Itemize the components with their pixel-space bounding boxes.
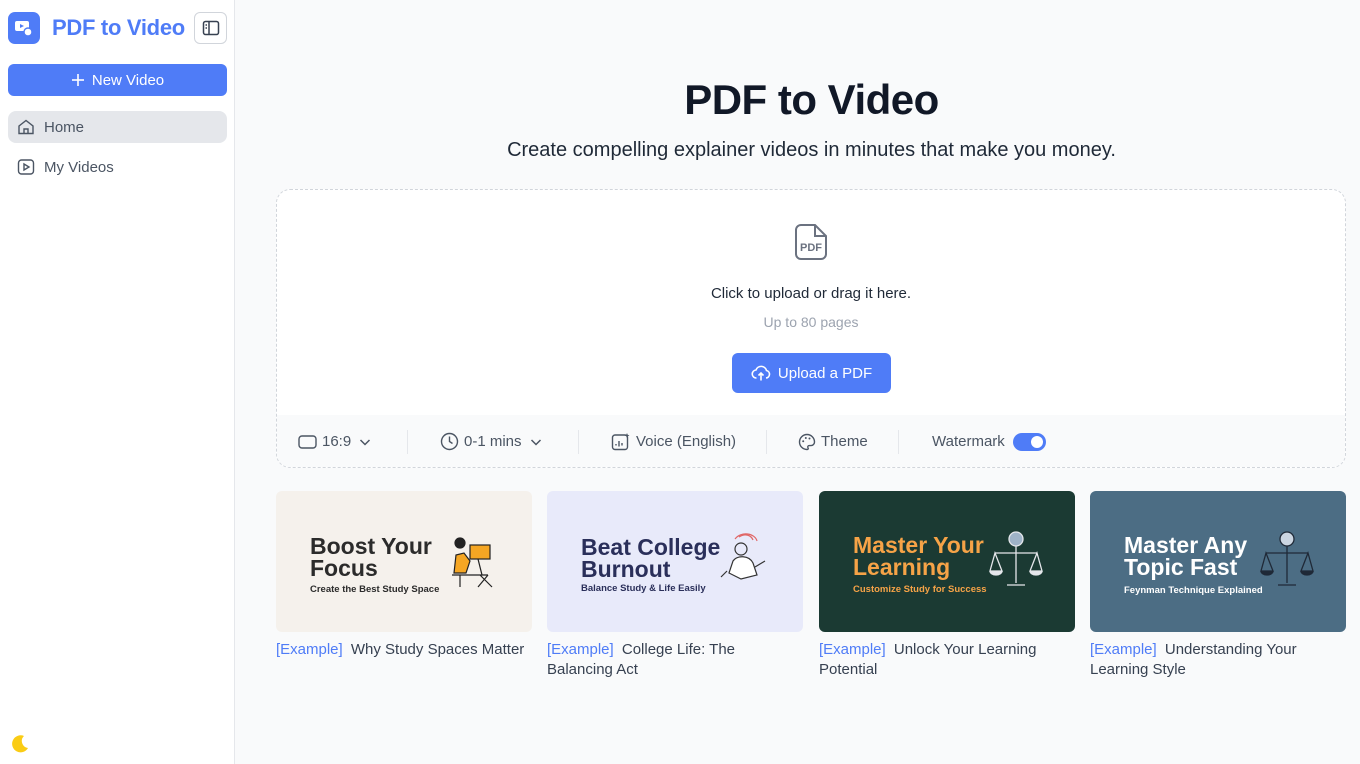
sidebar-toggle-icon (202, 20, 219, 36)
divider (898, 430, 899, 454)
example-caption: [Example] College Life: The Balancing Ac… (547, 640, 803, 680)
svg-text:PDF: PDF (800, 242, 822, 254)
thumbnail-subtitle: Customize Study for Success (853, 584, 987, 595)
duration-select[interactable]: 0-1 mins (440, 415, 543, 467)
example-tag: [Example] (276, 641, 343, 658)
example-caption: [Example] Unlock Your Learning Potential (819, 640, 1075, 680)
example-thumbnail[interactable]: Beat College Burnout Balance Study & Lif… (547, 491, 803, 632)
upload-button-label: Upload a PDF (777, 364, 873, 382)
person-at-desk-illustration (452, 537, 493, 588)
page-subtitle: Create compelling explainer videos in mi… (507, 139, 1116, 161)
example-card[interactable]: Boost Your Focus Create the Best Study S… (276, 491, 532, 660)
moon-icon (12, 735, 28, 753)
plus-icon (71, 74, 84, 86)
pdf-file-icon: PDF (795, 224, 827, 260)
theme-select[interactable]: Theme (798, 415, 868, 467)
aspect-ratio-icon (298, 434, 317, 449)
app-logo-icon (8, 12, 40, 44)
new-video-label: New Video (91, 71, 165, 89)
cloud-upload-icon (751, 365, 771, 381)
watermark-setting: Watermark (932, 415, 1046, 467)
balance-scale-illustration (989, 531, 1043, 586)
example-caption: [Example] Why Study Spaces Matter (276, 640, 532, 660)
thumbnail-subtitle: Create the Best Study Space (310, 584, 440, 595)
example-card[interactable]: Master Any Topic Fast Feynman Technique … (1090, 491, 1346, 680)
brand[interactable]: PDF to Video (8, 12, 185, 44)
example-card[interactable]: Master Your Learning Customize Study for… (819, 491, 1075, 680)
divider (578, 430, 579, 454)
dark-mode-toggle[interactable] (8, 732, 32, 756)
thumbnail-title: Boost Your Focus (310, 533, 432, 581)
main-content: PDF to Video Create compelling explainer… (236, 0, 1360, 764)
nav-item-label: Home (44, 118, 85, 136)
voice-icon (611, 433, 630, 451)
example-tag: [Example] (547, 641, 614, 658)
thumbnail-subtitle: Balance Study & Life Easily (581, 583, 706, 594)
upload-prompt: Click to upload or drag it here. (710, 285, 912, 302)
example-thumbnail[interactable]: Master Any Topic Fast Feynman Technique … (1090, 491, 1346, 632)
watermark-toggle[interactable] (1012, 432, 1046, 451)
palette-icon (798, 433, 816, 450)
upload-limit: Up to 80 pages (763, 314, 859, 330)
example-tag: [Example] (1090, 641, 1157, 658)
chevron-down-icon (360, 438, 371, 446)
collapse-sidebar-button[interactable] (194, 12, 227, 44)
voice-select[interactable]: Voice (English) (611, 415, 737, 467)
pdf-dropzone[interactable]: PDF Click to upload or drag it here. Up … (276, 189, 1346, 468)
example-thumbnail[interactable]: Master Your Learning Customize Study for… (819, 491, 1075, 632)
nav-item-home[interactable]: Home (8, 111, 227, 143)
home-icon (18, 119, 34, 135)
example-card[interactable]: Beat College Burnout Balance Study & Lif… (547, 491, 803, 680)
page-title: PDF to Video (684, 76, 939, 123)
stressed-student-illustration (720, 533, 766, 580)
watermark-label: Watermark (932, 433, 1005, 450)
theme-value: Theme (821, 433, 868, 450)
example-title: Why Study Spaces Matter (350, 641, 525, 658)
aspect-ratio-select[interactable]: 16:9 (298, 415, 372, 467)
video-options-bar: 16:9 0-1 mins Voice (English) Theme Wate… (277, 415, 1345, 467)
thumbnail-title: Master Your Learning (853, 532, 984, 580)
new-video-button[interactable]: New Video (8, 64, 227, 96)
divider (766, 430, 767, 454)
sidebar: PDF to Video New Video Home My Videos (0, 0, 235, 764)
duration-value: 0-1 mins (464, 433, 522, 450)
brand-name: PDF to Video (52, 15, 185, 40)
voice-value: Voice (English) (636, 433, 737, 450)
example-tag: [Example] (819, 641, 886, 658)
divider (407, 430, 408, 454)
balance-scale-illustration (1260, 531, 1314, 586)
upload-pdf-button[interactable]: Upload a PDF (732, 353, 891, 393)
chevron-down-icon (530, 438, 541, 446)
aspect-ratio-value: 16:9 (322, 433, 352, 450)
example-thumbnail[interactable]: Boost Your Focus Create the Best Study S… (276, 491, 532, 632)
thumbnail-subtitle: Feynman Technique Explained (1124, 585, 1263, 596)
nav-item-my-videos[interactable]: My Videos (8, 151, 227, 183)
play-square-icon (17, 159, 35, 175)
clock-icon (440, 432, 459, 451)
nav-item-label: My Videos (44, 158, 114, 176)
thumbnail-title: Beat College Burnout (581, 534, 721, 582)
example-caption: [Example] Understanding Your Learning St… (1090, 640, 1346, 680)
thumbnail-title: Master Any Topic Fast (1124, 532, 1248, 580)
